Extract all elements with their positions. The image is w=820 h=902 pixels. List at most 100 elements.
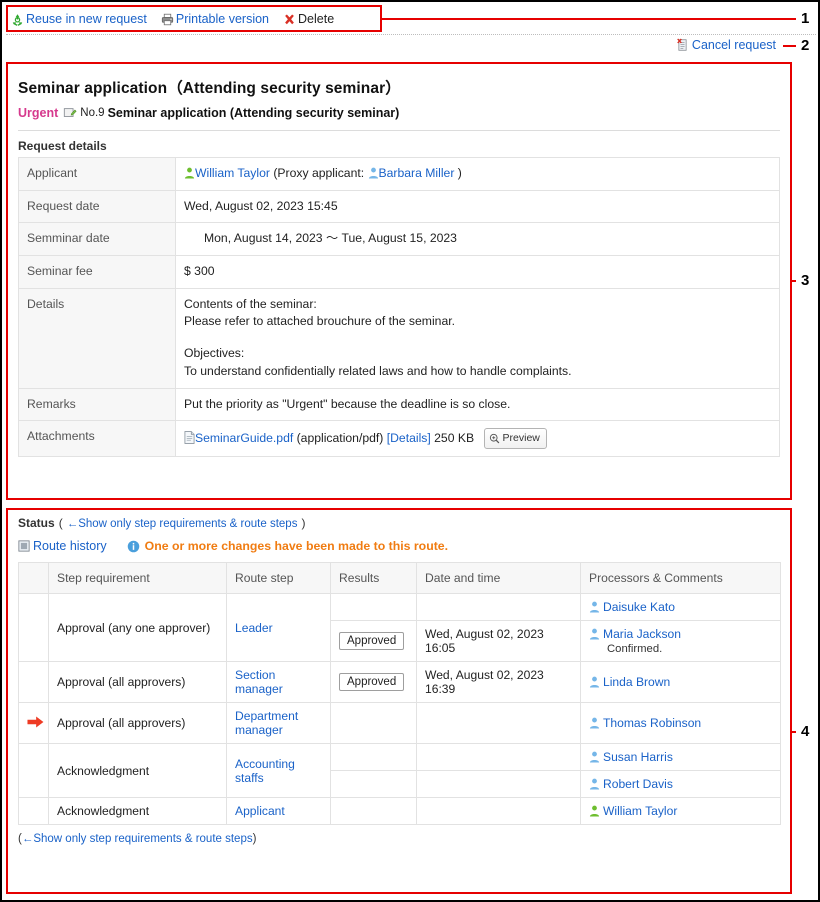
- table-row: Acknowledgment Accounting staffs Susan H…: [18, 743, 781, 798]
- proxy-suffix: ): [457, 166, 462, 180]
- row-processor: Maria Jackson Confirmed.: [580, 620, 781, 662]
- processor-name-wrap[interactable]: Susan Harris: [589, 750, 772, 764]
- reuse-in-new-request-button[interactable]: Reuse in new request: [11, 12, 147, 26]
- route-history-button[interactable]: Route history: [18, 539, 107, 553]
- applicant-link[interactable]: William Taylor: [195, 166, 270, 180]
- request-details-label: Request details: [18, 139, 107, 153]
- row-result: Approved: [330, 661, 417, 703]
- delete-button[interactable]: Delete: [283, 12, 334, 26]
- result-badge: Approved: [339, 632, 405, 650]
- table-row: Seminar fee $ 300: [18, 255, 780, 289]
- row-value-remarks: Put the priority as "Urgent" because the…: [175, 387, 780, 422]
- processor-comment: Confirmed.: [607, 643, 663, 655]
- row-result: [330, 743, 417, 771]
- row-arrow-cell: [18, 661, 49, 703]
- proxy-prefix: (Proxy applicant:: [273, 166, 365, 180]
- processor-link[interactable]: William Taylor: [603, 804, 677, 818]
- request-form-icon: [63, 106, 77, 120]
- table-row: Request date Wed, August 02, 2023 15:45: [18, 189, 780, 224]
- processor-link[interactable]: Thomas Robinson: [603, 716, 701, 730]
- row-processor: William Taylor: [580, 797, 781, 825]
- table-row: Details Contents of the seminar: Please …: [18, 287, 780, 389]
- request-subtitle: Seminar application (Attending security …: [107, 106, 400, 120]
- row-label-seminar-fee: Seminar fee: [18, 255, 176, 289]
- user-icon-blue: [589, 751, 600, 763]
- route-step-link[interactable]: Leader: [235, 621, 273, 635]
- status-toggle-link-bottom[interactable]: ←Show only step requirements & route ste…: [22, 833, 253, 845]
- processor-name-wrap[interactable]: William Taylor: [589, 804, 772, 818]
- row-datetime: [416, 702, 581, 744]
- status-table-header-row: Step requirement Route step Results Date…: [18, 562, 781, 594]
- route-info-row: Route history One or more changes have b…: [18, 539, 780, 553]
- route-change-note-label: One or more changes have been made to th…: [144, 539, 449, 553]
- row-processor: Susan Harris: [580, 743, 781, 771]
- attachment-details-link[interactable]: [Details]: [387, 431, 431, 445]
- row-processor: Thomas Robinson: [580, 702, 781, 744]
- attachment-file-link[interactable]: SeminarGuide.pdf: [195, 431, 293, 445]
- title-divider: [18, 130, 780, 131]
- user-icon-blue: [589, 717, 600, 729]
- row-route-step: Department manager: [226, 702, 331, 744]
- page-title: Seminar application（Attending security s…: [18, 80, 401, 97]
- processor-name-wrap[interactable]: Robert Davis: [589, 777, 772, 791]
- processor-link[interactable]: Daisuke Kato: [603, 600, 675, 614]
- processor-link[interactable]: Linda Brown: [603, 675, 670, 689]
- user-icon-green: [184, 167, 195, 179]
- table-row: Semminar date Mon, August 14, 2023 〜 Tue…: [18, 222, 780, 257]
- row-datetime: [416, 797, 581, 825]
- processor-name-wrap[interactable]: Linda Brown: [589, 675, 772, 689]
- row-result: [330, 797, 417, 825]
- proxy-applicant-link[interactable]: Barbara Miller: [379, 166, 455, 180]
- status-toggle-link-top[interactable]: ←Show only step requirements & route ste…: [67, 518, 298, 530]
- row-step-requirement: Approval (all approvers): [48, 702, 227, 744]
- processor-link[interactable]: Susan Harris: [603, 750, 673, 764]
- route-history-icon: [18, 540, 30, 552]
- request-subtitle-row: Urgent No.9 Seminar application (Attendi…: [18, 106, 780, 120]
- row-datetime: [416, 743, 581, 771]
- priority-badge: Urgent: [18, 106, 59, 120]
- table-row: Approval (all approvers) Department mana…: [18, 702, 781, 744]
- processor-link[interactable]: Robert Davis: [603, 777, 673, 791]
- status-bottom-toggle: (←Show only step requirements & route st…: [18, 833, 780, 845]
- status-panel: Status (←Show only step requirements & r…: [6, 508, 792, 894]
- row-value-applicant: William Taylor (Proxy applicant: Barbara…: [175, 157, 780, 191]
- route-step-link[interactable]: Department manager: [235, 709, 298, 737]
- processor-name-wrap[interactable]: Maria Jackson: [589, 627, 772, 641]
- table-row: Remarks Put the priority as "Urgent" bec…: [18, 387, 780, 422]
- row-processor: Robert Davis: [580, 770, 781, 798]
- annotation-leader-3: [792, 280, 796, 282]
- processor-name-wrap[interactable]: Daisuke Kato: [589, 600, 772, 614]
- preview-button[interactable]: Preview: [483, 428, 547, 450]
- printable-version-label: Printable version: [175, 12, 270, 26]
- user-icon-blue: [589, 676, 600, 688]
- row-datetime: Wed, August 02, 2023 16:05: [416, 620, 581, 662]
- row-result: Approved: [330, 620, 417, 662]
- row-step-requirement: Approval (all approvers): [48, 661, 227, 703]
- cancel-request-button[interactable]: Cancel request: [676, 38, 776, 52]
- user-icon-green: [589, 805, 600, 817]
- details-line: Contents of the seminar:: [184, 296, 317, 311]
- request-details-panel: Seminar application（Attending security s…: [6, 62, 792, 500]
- printer-icon: [161, 13, 174, 26]
- row-step-requirement: Acknowledgment: [48, 743, 227, 798]
- row-datetime: [416, 593, 581, 621]
- row-result: [330, 770, 417, 798]
- toolbar-divider: [6, 34, 816, 35]
- status-toggle-open-paren: (: [58, 516, 63, 530]
- col-header-route-step: Route step: [226, 562, 331, 594]
- row-route-step: Applicant: [226, 797, 331, 825]
- printable-version-button[interactable]: Printable version: [161, 12, 269, 26]
- route-step-link[interactable]: Applicant: [235, 804, 285, 818]
- route-step-link[interactable]: Accounting staffs: [235, 757, 295, 785]
- processor-name-wrap[interactable]: Thomas Robinson: [589, 716, 772, 730]
- user-icon-blue: [589, 601, 600, 613]
- user-icon-blue: [368, 167, 379, 179]
- annotation-leader-1: [382, 18, 796, 20]
- cancel-request-label: Cancel request: [691, 38, 776, 52]
- annotation-number-4: 4: [801, 723, 810, 740]
- annotation-number-3: 3: [801, 272, 810, 289]
- row-value-attachments: SeminarGuide.pdf (application/pdf) [Deta…: [175, 420, 780, 458]
- processor-link[interactable]: Maria Jackson: [603, 627, 681, 641]
- route-step-link[interactable]: Section manager: [235, 668, 283, 696]
- user-icon-blue: [589, 778, 600, 790]
